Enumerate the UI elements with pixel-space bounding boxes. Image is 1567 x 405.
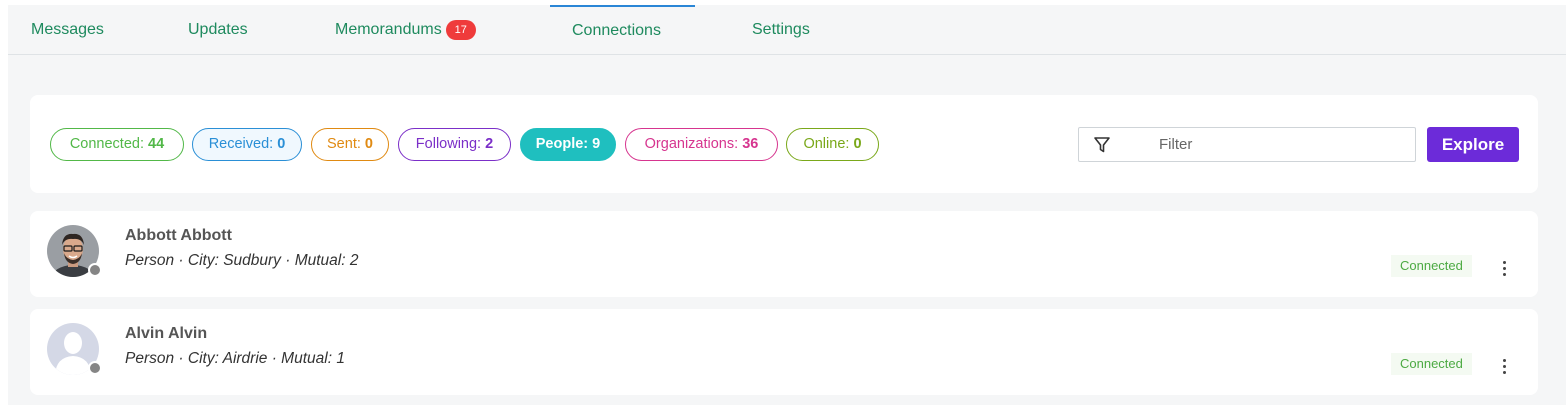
chip-people[interactable]: People: 9 [520, 128, 616, 161]
chip-online[interactable]: Online: 0 [786, 128, 879, 161]
explore-button[interactable]: Explore [1427, 127, 1519, 162]
memorandums-count-badge: 17 [445, 20, 476, 40]
tab-label: Connections [572, 22, 661, 39]
chip-label: Connected: [69, 136, 144, 152]
connections-page: Messages Updates Memorandums 17 Connectio… [8, 5, 1566, 405]
status-badge: Connected [1391, 353, 1472, 375]
tab-updates[interactable]: Updates [188, 5, 248, 55]
chip-count: 0 [853, 136, 862, 152]
tab-label: Updates [188, 21, 248, 38]
chip-count: 36 [742, 136, 759, 152]
tab-bar: Messages Updates Memorandums 17 Connectio… [8, 5, 1566, 55]
connection-card[interactable]: Abbott Abbott Person · City: Sudbury · M… [30, 211, 1538, 297]
chip-count: 0 [277, 136, 286, 152]
chip-organizations[interactable]: Organizations: 36 [625, 128, 778, 161]
more-options-button[interactable] [1496, 351, 1512, 377]
offline-status-dot [88, 361, 102, 375]
chip-label: Received: [208, 136, 274, 152]
connection-name[interactable]: Abbott Abbott [125, 227, 232, 245]
tab-memorandums[interactable]: Memorandums 17 [335, 5, 476, 55]
filter-field[interactable] [1078, 127, 1416, 162]
tab-settings[interactable]: Settings [752, 5, 810, 55]
filter-input[interactable] [1139, 128, 1409, 161]
connection-name[interactable]: Alvin Alvin [125, 325, 207, 343]
chip-sent[interactable]: Sent: 0 [311, 128, 389, 161]
funnel-icon [1094, 137, 1110, 153]
connection-details: Person · City: Airdrie · Mutual: 1 [125, 350, 345, 367]
tab-label: Settings [752, 21, 810, 38]
chip-count: 2 [485, 136, 494, 152]
chip-label: Sent: [327, 136, 361, 152]
chip-label: Following: [415, 136, 482, 152]
chip-count: 0 [364, 136, 373, 152]
offline-status-dot [88, 263, 102, 277]
vertical-ellipsis-icon [1496, 351, 1512, 374]
tab-messages[interactable]: Messages [31, 5, 104, 55]
chip-received[interactable]: Received: 0 [192, 128, 302, 161]
chip-label: Organizations: [644, 136, 739, 152]
tab-label: Memorandums [335, 21, 442, 38]
more-options-button[interactable] [1496, 253, 1512, 279]
tab-label: Messages [31, 21, 104, 38]
status-badge: Connected [1391, 255, 1472, 277]
connection-card[interactable]: Alvin Alvin Person · City: Airdrie · Mut… [30, 309, 1538, 395]
chip-label: People: [535, 136, 589, 152]
chip-count: 44 [148, 136, 165, 152]
chip-count: 9 [592, 136, 601, 152]
tab-connections[interactable]: Connections [550, 5, 695, 55]
chip-connected[interactable]: Connected: 44 [50, 128, 184, 161]
chip-label: Online: [803, 136, 850, 152]
chip-following[interactable]: Following: 2 [398, 128, 511, 161]
vertical-ellipsis-icon [1496, 253, 1512, 276]
filter-panel: Connected: 44 Received: 0 Sent: 0 Follow… [30, 95, 1538, 193]
connection-details: Person · City: Sudbury · Mutual: 2 [125, 252, 359, 269]
